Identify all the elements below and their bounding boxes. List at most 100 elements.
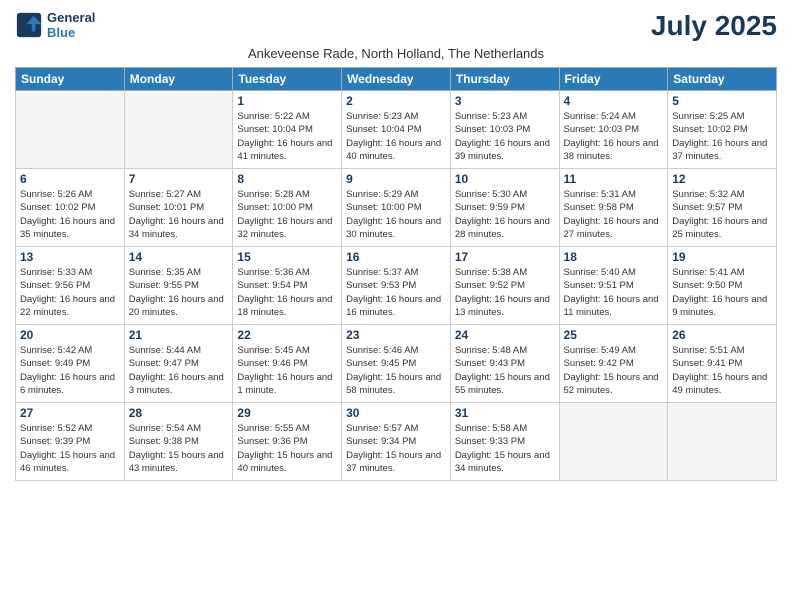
day-cell	[16, 91, 125, 169]
subtitle: Ankeveense Rade, North Holland, The Neth…	[15, 46, 777, 61]
logo: General Blue	[15, 10, 95, 40]
day-cell: 31Sunrise: 5:58 AMSunset: 9:33 PMDayligh…	[450, 403, 559, 481]
day-info: Sunrise: 5:36 AMSunset: 9:54 PMDaylight:…	[237, 266, 337, 319]
day-cell: 28Sunrise: 5:54 AMSunset: 9:38 PMDayligh…	[124, 403, 233, 481]
week-row-3: 13 Sunrise: 5:33 AMSunset: 9:56 PMDayligh…	[16, 247, 777, 325]
day-number: 11	[564, 172, 664, 186]
day-number: 12	[672, 172, 772, 186]
day-number: 6	[20, 172, 120, 186]
day-number: 10	[455, 172, 555, 186]
week-row-5: 27 Sunrise: 5:52 AMSunset: 9:39 PMDayligh…	[16, 403, 777, 481]
logo-text: General Blue	[47, 10, 95, 40]
day-cell: 11 Sunrise: 5:31 AMSunset: 9:58 PMDayligh…	[559, 169, 668, 247]
day-number: 14	[129, 250, 229, 264]
day-number: 1	[237, 94, 337, 108]
week-row-4: 20 Sunrise: 5:42 AMSunset: 9:49 PMDayligh…	[16, 325, 777, 403]
month-title: July 2025	[651, 10, 777, 42]
day-cell: 10 Sunrise: 5:30 AMSunset: 9:59 PMDayligh…	[450, 169, 559, 247]
day-cell: 30Sunrise: 5:57 AMSunset: 9:34 PMDayligh…	[342, 403, 451, 481]
header-row: SundayMondayTuesdayWednesdayThursdayFrid…	[16, 68, 777, 91]
day-info: Sunrise: 5:25 AMSunset: 10:02 PMDaylight…	[672, 110, 772, 163]
day-number: 18	[564, 250, 664, 264]
day-info: Sunrise: 5:54 AMSunset: 9:38 PMDaylight:…	[129, 422, 229, 475]
day-cell: 29 Sunrise: 5:55 AMSunset: 9:36 PMDayligh…	[233, 403, 342, 481]
header-cell-saturday: Saturday	[668, 68, 777, 91]
day-number: 25	[564, 328, 664, 342]
day-cell: 6 Sunrise: 5:26 AMSunset: 10:02 PMDayligh…	[16, 169, 125, 247]
day-number: 26	[672, 328, 772, 342]
day-number: 4	[564, 94, 664, 108]
day-cell	[124, 91, 233, 169]
day-cell	[559, 403, 668, 481]
day-number: 5	[672, 94, 772, 108]
calendar-table: SundayMondayTuesdayWednesdayThursdayFrid…	[15, 67, 777, 481]
day-cell: 21Sunrise: 5:44 AMSunset: 9:47 PMDayligh…	[124, 325, 233, 403]
day-info: Sunrise: 5:31 AMSunset: 9:58 PMDaylight:…	[564, 188, 664, 241]
day-cell: 2 Sunrise: 5:23 AMSunset: 10:04 PMDayligh…	[342, 91, 451, 169]
day-number: 19	[672, 250, 772, 264]
day-number: 13	[20, 250, 120, 264]
day-number: 29	[237, 406, 337, 420]
day-info: Sunrise: 5:26 AMSunset: 10:02 PMDaylight…	[20, 188, 120, 241]
header-cell-friday: Friday	[559, 68, 668, 91]
header-cell-sunday: Sunday	[16, 68, 125, 91]
day-number: 3	[455, 94, 555, 108]
day-info: Sunrise: 5:51 AMSunset: 9:41 PMDaylight:…	[672, 344, 772, 397]
day-cell: 5 Sunrise: 5:25 AMSunset: 10:02 PMDayligh…	[668, 91, 777, 169]
day-cell: 4Sunrise: 5:24 AMSunset: 10:03 PMDayligh…	[559, 91, 668, 169]
day-info: Sunrise: 5:41 AMSunset: 9:50 PMDaylight:…	[672, 266, 772, 319]
header-cell-thursday: Thursday	[450, 68, 559, 91]
day-info: Sunrise: 5:22 AMSunset: 10:04 PMDaylight…	[237, 110, 337, 163]
day-number: 24	[455, 328, 555, 342]
day-info: Sunrise: 5:23 AMSunset: 10:03 PMDaylight…	[455, 110, 555, 163]
day-info: Sunrise: 5:35 AMSunset: 9:55 PMDaylight:…	[129, 266, 229, 319]
day-cell: 27 Sunrise: 5:52 AMSunset: 9:39 PMDayligh…	[16, 403, 125, 481]
day-info: Sunrise: 5:30 AMSunset: 9:59 PMDaylight:…	[455, 188, 555, 241]
day-cell: 16Sunrise: 5:37 AMSunset: 9:53 PMDayligh…	[342, 247, 451, 325]
calendar-page: General Blue July 2025 Ankeveense Rade, …	[0, 0, 792, 612]
day-info: Sunrise: 5:42 AMSunset: 9:49 PMDaylight:…	[20, 344, 120, 397]
day-info: Sunrise: 5:33 AMSunset: 9:56 PMDaylight:…	[20, 266, 120, 319]
day-number: 7	[129, 172, 229, 186]
day-cell: 19 Sunrise: 5:41 AMSunset: 9:50 PMDayligh…	[668, 247, 777, 325]
day-info: Sunrise: 5:37 AMSunset: 9:53 PMDaylight:…	[346, 266, 446, 319]
day-number: 2	[346, 94, 446, 108]
day-cell: 17 Sunrise: 5:38 AMSunset: 9:52 PMDayligh…	[450, 247, 559, 325]
week-row-1: 1 Sunrise: 5:22 AMSunset: 10:04 PMDayligh…	[16, 91, 777, 169]
day-number: 20	[20, 328, 120, 342]
day-cell: 24 Sunrise: 5:48 AMSunset: 9:43 PMDayligh…	[450, 325, 559, 403]
header-cell-tuesday: Tuesday	[233, 68, 342, 91]
day-cell: 9Sunrise: 5:29 AMSunset: 10:00 PMDayligh…	[342, 169, 451, 247]
day-cell: 25Sunrise: 5:49 AMSunset: 9:42 PMDayligh…	[559, 325, 668, 403]
day-info: Sunrise: 5:28 AMSunset: 10:00 PMDaylight…	[237, 188, 337, 241]
header-cell-wednesday: Wednesday	[342, 68, 451, 91]
day-cell: 13 Sunrise: 5:33 AMSunset: 9:56 PMDayligh…	[16, 247, 125, 325]
day-cell: 22Sunrise: 5:45 AMSunset: 9:46 PMDayligh…	[233, 325, 342, 403]
day-cell: 18 Sunrise: 5:40 AMSunset: 9:51 PMDayligh…	[559, 247, 668, 325]
day-number: 23	[346, 328, 446, 342]
header: General Blue July 2025	[15, 10, 777, 42]
day-cell	[668, 403, 777, 481]
day-info: Sunrise: 5:23 AMSunset: 10:04 PMDaylight…	[346, 110, 446, 163]
day-cell: 14 Sunrise: 5:35 AMSunset: 9:55 PMDayligh…	[124, 247, 233, 325]
day-number: 17	[455, 250, 555, 264]
day-info: Sunrise: 5:29 AMSunset: 10:00 PMDaylight…	[346, 188, 446, 241]
day-number: 27	[20, 406, 120, 420]
day-cell: 23 Sunrise: 5:46 AMSunset: 9:45 PMDayligh…	[342, 325, 451, 403]
day-cell: 7Sunrise: 5:27 AMSunset: 10:01 PMDayligh…	[124, 169, 233, 247]
day-number: 8	[237, 172, 337, 186]
day-info: Sunrise: 5:46 AMSunset: 9:45 PMDaylight:…	[346, 344, 446, 397]
day-info: Sunrise: 5:45 AMSunset: 9:46 PMDaylight:…	[237, 344, 337, 397]
day-info: Sunrise: 5:55 AMSunset: 9:36 PMDaylight:…	[237, 422, 337, 475]
logo-icon	[15, 11, 43, 39]
day-info: Sunrise: 5:57 AMSunset: 9:34 PMDaylight:…	[346, 422, 446, 475]
day-info: Sunrise: 5:44 AMSunset: 9:47 PMDaylight:…	[129, 344, 229, 397]
week-row-2: 6 Sunrise: 5:26 AMSunset: 10:02 PMDayligh…	[16, 169, 777, 247]
day-info: Sunrise: 5:40 AMSunset: 9:51 PMDaylight:…	[564, 266, 664, 319]
day-number: 15	[237, 250, 337, 264]
day-info: Sunrise: 5:38 AMSunset: 9:52 PMDaylight:…	[455, 266, 555, 319]
day-info: Sunrise: 5:48 AMSunset: 9:43 PMDaylight:…	[455, 344, 555, 397]
day-cell: 26 Sunrise: 5:51 AMSunset: 9:41 PMDayligh…	[668, 325, 777, 403]
day-cell: 8 Sunrise: 5:28 AMSunset: 10:00 PMDayligh…	[233, 169, 342, 247]
day-info: Sunrise: 5:52 AMSunset: 9:39 PMDaylight:…	[20, 422, 120, 475]
